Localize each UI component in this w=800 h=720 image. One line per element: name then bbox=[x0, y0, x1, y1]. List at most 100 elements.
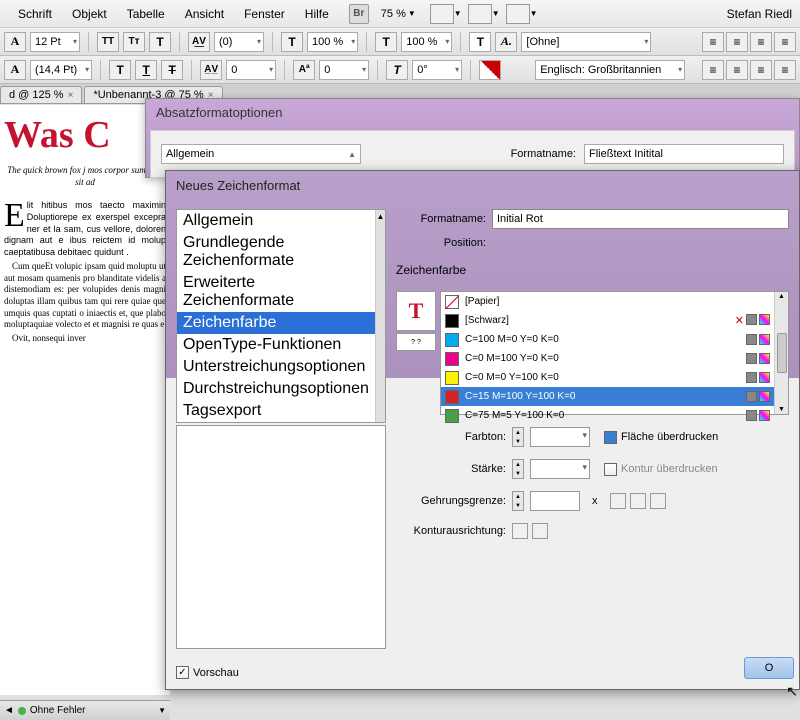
char-icon[interactable]: A bbox=[4, 32, 26, 52]
justify-last-right-icon[interactable]: ≡ bbox=[750, 60, 772, 80]
dropdown-icon[interactable]: ▼ bbox=[530, 9, 538, 18]
superscript-icon[interactable]: T bbox=[149, 32, 171, 52]
view-mode-1-icon[interactable] bbox=[430, 4, 454, 24]
overprint-fill-checkbox[interactable]: Fläche überdrucken bbox=[604, 431, 718, 444]
tint-select[interactable] bbox=[530, 427, 590, 447]
scrollbar[interactable]: ▲ bbox=[375, 210, 385, 422]
sidebar-item-underline[interactable]: Unterstreichungsoptionen bbox=[177, 356, 375, 378]
sidebar-item-opentype[interactable]: OpenType-Funktionen bbox=[177, 334, 375, 356]
swatch-row[interactable]: [Schwarz] ✕ bbox=[441, 311, 774, 330]
tt-caps-icon[interactable]: TT bbox=[97, 32, 119, 52]
fill-stroke-proxy[interactable]: T bbox=[396, 291, 436, 331]
preview-checkbox[interactable]: ✓ Vorschau bbox=[176, 666, 239, 679]
scroll-up-icon[interactable]: ▲ bbox=[778, 293, 785, 300]
fill-T-icon[interactable]: T bbox=[469, 32, 491, 52]
stroke-align-inside-icon[interactable] bbox=[532, 523, 548, 539]
sidebar-item-basic[interactable]: Grundlegende Zeichenformate bbox=[177, 232, 375, 272]
menu-ansicht[interactable]: Ansicht bbox=[175, 7, 234, 21]
stroke-select[interactable] bbox=[530, 459, 590, 479]
dropdown-icon[interactable]: ▼ bbox=[492, 9, 500, 18]
stroke-spinner[interactable]: ▲▼ bbox=[512, 459, 524, 479]
sidebar-item-tags[interactable]: Tagsexport bbox=[177, 400, 375, 422]
leading-icon[interactable]: A bbox=[4, 60, 26, 80]
vscale-select[interactable]: 100 % bbox=[307, 32, 358, 52]
swatch-label: C=0 M=0 Y=100 K=0 bbox=[465, 372, 559, 383]
swatch-label: C=75 M=5 Y=100 K=0 bbox=[465, 410, 564, 421]
formatname-input[interactable] bbox=[584, 144, 784, 164]
swatch-row[interactable]: [Papier] bbox=[441, 292, 774, 311]
scroll-down-icon[interactable]: ▼ bbox=[778, 406, 785, 413]
underline-icon[interactable]: T bbox=[135, 60, 157, 80]
menu-objekt[interactable]: Objekt bbox=[62, 7, 117, 21]
swatch-list[interactable]: [Papier] [Schwarz] ✕ bbox=[440, 291, 789, 415]
swatch-row[interactable]: C=0 M=100 Y=0 K=0 bbox=[441, 349, 774, 368]
document-canvas[interactable]: Was C The quick brown fox j mos corpor s… bbox=[0, 105, 170, 695]
menu-schrift[interactable]: Schrift bbox=[8, 7, 62, 21]
menu-hilfe[interactable]: Hilfe bbox=[295, 7, 339, 21]
swatch-row[interactable]: C=15 M=100 Y=100 K=0 bbox=[441, 387, 774, 406]
align-left-icon[interactable]: ≡ bbox=[702, 32, 724, 52]
overprint-stroke-checkbox[interactable]: Kontur überdrucken bbox=[604, 463, 718, 476]
join-round-icon[interactable] bbox=[630, 493, 646, 509]
sidebar-item-strike[interactable]: Durchstreichungsoptionen bbox=[177, 378, 375, 400]
zoom-dropdown-icon[interactable]: ▼ bbox=[408, 9, 416, 18]
language-select[interactable]: Englisch: Großbritannien bbox=[535, 60, 685, 80]
join-miter-icon[interactable] bbox=[610, 493, 626, 509]
ok-button[interactable]: O bbox=[744, 657, 794, 679]
mode-icon bbox=[759, 353, 770, 364]
kerning-icon[interactable]: A͟V bbox=[188, 32, 210, 52]
baseline-shift-select[interactable]: 0 bbox=[319, 60, 369, 80]
skew-select[interactable]: 0° bbox=[412, 60, 462, 80]
kerning-select[interactable]: (0) bbox=[214, 32, 264, 52]
justify-last-center-icon[interactable]: ≡ bbox=[726, 60, 748, 80]
align-center-icon[interactable]: ≡ bbox=[726, 32, 748, 52]
sidebar-item-allgemein[interactable]: Allgemein bbox=[177, 210, 375, 232]
category-list[interactable]: Allgemein Grundlegende Zeichenformate Er… bbox=[177, 210, 375, 422]
baseline-icon[interactable]: T bbox=[375, 32, 397, 52]
menu-tabelle[interactable]: Tabelle bbox=[117, 7, 175, 21]
char-style-select[interactable]: [Ohne] bbox=[521, 32, 651, 52]
menu-fenster[interactable]: Fenster bbox=[234, 7, 295, 21]
view-mode-2-icon[interactable] bbox=[468, 4, 492, 24]
miter-input[interactable] bbox=[530, 491, 580, 511]
hscale-select[interactable]: 100 % bbox=[401, 32, 452, 52]
nav-prev-icon[interactable]: ◄ bbox=[4, 705, 14, 716]
scrollbar[interactable]: ▲ ▼ bbox=[774, 292, 788, 414]
fill-swatch-icon[interactable] bbox=[479, 60, 501, 80]
scroll-thumb[interactable] bbox=[777, 333, 787, 373]
category-select[interactable]: Allgemein bbox=[161, 144, 361, 164]
swatch-row[interactable]: C=0 M=0 Y=100 K=0 bbox=[441, 368, 774, 387]
skew-icon[interactable]: T bbox=[386, 60, 408, 80]
tab[interactable]: d @ 125 % × bbox=[0, 86, 82, 103]
sidebar-item-color[interactable]: Zeichenfarbe bbox=[177, 312, 375, 334]
strike-icon[interactable]: T bbox=[161, 60, 183, 80]
char-style-icon[interactable]: A. bbox=[495, 32, 517, 52]
justify-all-icon[interactable]: ≡ bbox=[774, 60, 796, 80]
baseline-shift-icon[interactable]: Aª bbox=[293, 60, 315, 80]
swatch-row[interactable]: C=100 M=0 Y=0 K=0 bbox=[441, 330, 774, 349]
swatch-row[interactable]: C=75 M=5 Y=100 K=0 bbox=[441, 406, 774, 425]
tracking-icon[interactable]: A̲V̲ bbox=[200, 60, 222, 80]
join-bevel-icon[interactable] bbox=[650, 493, 666, 509]
leading-select[interactable]: (14,4 Pt) bbox=[30, 60, 92, 80]
close-icon[interactable]: × bbox=[68, 90, 74, 101]
miter-spinner[interactable]: ▲▼ bbox=[512, 491, 524, 511]
vscale-icon[interactable]: T bbox=[281, 32, 303, 52]
font-size-select[interactable]: 12 Pt bbox=[30, 32, 80, 52]
formatname-input[interactable] bbox=[492, 209, 789, 229]
tracking-select[interactable]: 0 bbox=[226, 60, 276, 80]
justify-last-left-icon[interactable]: ≡ bbox=[702, 60, 724, 80]
dropdown-icon[interactable]: ▼ bbox=[158, 706, 166, 715]
fill-stroke-sub[interactable]: ? ? bbox=[396, 333, 436, 351]
stroke-align-center-icon[interactable] bbox=[512, 523, 528, 539]
tint-spinner[interactable]: ▲▼ bbox=[512, 427, 524, 447]
dropdown-icon[interactable]: ▼ bbox=[454, 9, 462, 18]
align-right-icon[interactable]: ≡ bbox=[750, 32, 772, 52]
subscript-icon[interactable]: T bbox=[109, 60, 131, 80]
bridge-icon[interactable]: Br bbox=[349, 4, 369, 24]
sidebar-item-advanced[interactable]: Erweiterte Zeichenformate bbox=[177, 272, 375, 312]
small-caps-icon[interactable]: Tᴛ bbox=[123, 32, 145, 52]
view-mode-3-icon[interactable] bbox=[506, 4, 530, 24]
zoom-level[interactable]: 75 % bbox=[381, 8, 406, 20]
align-justify-icon[interactable]: ≡ bbox=[774, 32, 796, 52]
